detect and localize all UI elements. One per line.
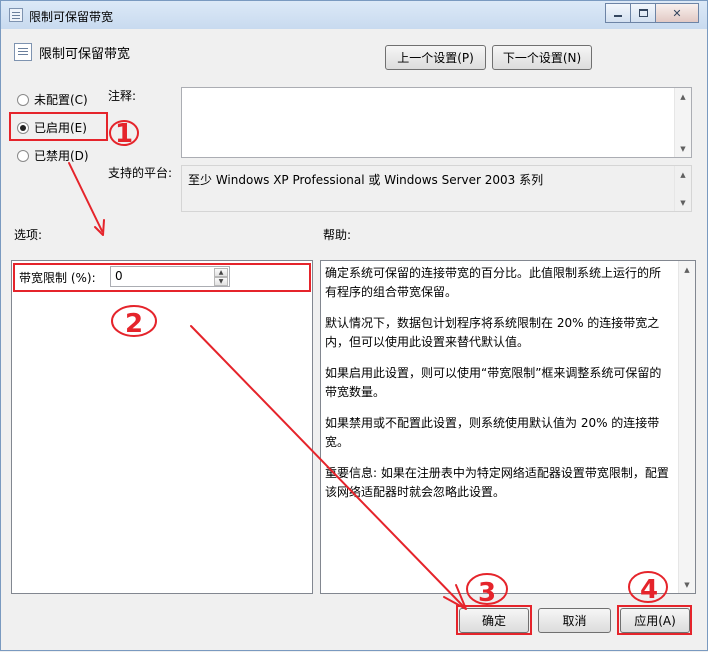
dialog-window: 限制可保留带宽 ✕ 限制可保留带宽 上一个设置(P) 下一个设置(N) 未配置(… bbox=[0, 0, 708, 651]
scroll-up-icon[interactable]: ▲ bbox=[675, 88, 691, 105]
close-button[interactable]: ✕ bbox=[655, 3, 699, 23]
maximize-icon bbox=[638, 9, 648, 17]
annotation-box-apply bbox=[617, 605, 692, 635]
options-label: 选项: bbox=[14, 228, 43, 242]
help-paragraph: 如果禁用或不配置此设置，则系统使用默认值为 20% 的连接带宽。 bbox=[325, 416, 660, 449]
setting-title: 限制可保留带宽 bbox=[39, 47, 131, 62]
help-text: 确定系统可保留的连接带宽的百分比。此值限制系统上运行的所有程序的组合带宽保留。 … bbox=[321, 261, 677, 502]
window-title: 限制可保留带宽 bbox=[29, 10, 114, 24]
previous-setting-button[interactable]: 上一个设置(P) bbox=[385, 45, 486, 70]
scroll-down-icon[interactable]: ▼ bbox=[675, 194, 691, 211]
radio-disabled-dot[interactable] bbox=[17, 149, 29, 162]
arrow-head-options bbox=[94, 219, 105, 236]
scroll-up-icon[interactable]: ▲ bbox=[675, 166, 691, 183]
radio-disabled[interactable]: 已禁用(D) bbox=[17, 147, 89, 164]
platform-scrollbar[interactable]: ▲ ▼ bbox=[674, 166, 691, 211]
cancel-button[interactable]: 取消 bbox=[538, 608, 611, 633]
radio-not-configured-dot[interactable] bbox=[17, 93, 29, 106]
help-paragraph: 默认情况下，数据包计划程序将系统限制在 20% 的连接带宽之内，但可以使用此设置… bbox=[325, 316, 660, 349]
comment-textarea[interactable]: ▲ ▼ bbox=[181, 87, 692, 158]
scroll-down-icon[interactable]: ▼ bbox=[675, 140, 691, 157]
minimize-button[interactable] bbox=[605, 3, 631, 23]
annotation-circle-1 bbox=[109, 120, 139, 146]
scroll-up-icon[interactable]: ▲ bbox=[679, 261, 695, 278]
policy-icon bbox=[9, 8, 23, 22]
close-icon: ✕ bbox=[672, 6, 682, 20]
comment-label: 注释: bbox=[108, 89, 137, 103]
radio-not-configured[interactable]: 未配置(C) bbox=[17, 91, 88, 108]
next-setting-button[interactable]: 下一个设置(N) bbox=[492, 45, 592, 70]
annotation-box-enabled bbox=[9, 112, 108, 141]
help-panel: 确定系统可保留的连接带宽的百分比。此值限制系统上运行的所有程序的组合带宽保留。 … bbox=[320, 260, 696, 594]
platform-textbox[interactable]: 至少 Windows XP Professional 或 Windows Ser… bbox=[181, 165, 692, 212]
options-panel: 带宽限制 (%): 0 ▲ ▼ bbox=[11, 260, 313, 594]
setting-icon bbox=[14, 43, 32, 61]
radio-disabled-label: 已禁用(D) bbox=[34, 149, 89, 163]
help-paragraph: 重要信息: 如果在注册表中为特定网络适配器设置带宽限制，配置该网络适配器时就会忽… bbox=[325, 466, 669, 499]
help-paragraph: 如果启用此设置，则可以使用“带宽限制”框来调整系统可保留的带宽数量。 bbox=[325, 366, 662, 399]
help-paragraph: 确定系统可保留的连接带宽的百分比。此值限制系统上运行的所有程序的组合带宽保留。 bbox=[325, 266, 662, 299]
scroll-down-icon[interactable]: ▼ bbox=[679, 576, 695, 593]
radio-not-configured-label: 未配置(C) bbox=[34, 93, 88, 107]
annotation-box-ok bbox=[456, 605, 532, 635]
comment-scrollbar[interactable]: ▲ ▼ bbox=[674, 88, 691, 157]
arrow-to-options bbox=[68, 162, 103, 232]
annotation-box-bandwidth bbox=[13, 263, 311, 292]
maximize-button[interactable] bbox=[630, 3, 656, 23]
help-scrollbar[interactable]: ▲ ▼ bbox=[678, 261, 695, 593]
annotation-mark-1: 1 bbox=[115, 119, 133, 149]
minimize-icon bbox=[614, 15, 622, 17]
platform-value: 至少 Windows XP Professional 或 Windows Ser… bbox=[188, 173, 544, 187]
platform-label: 支持的平台: bbox=[108, 166, 173, 180]
window-controls: ✕ bbox=[605, 3, 699, 23]
help-label: 帮助: bbox=[323, 228, 352, 242]
title-bar[interactable]: 限制可保留带宽 ✕ bbox=[1, 1, 707, 29]
